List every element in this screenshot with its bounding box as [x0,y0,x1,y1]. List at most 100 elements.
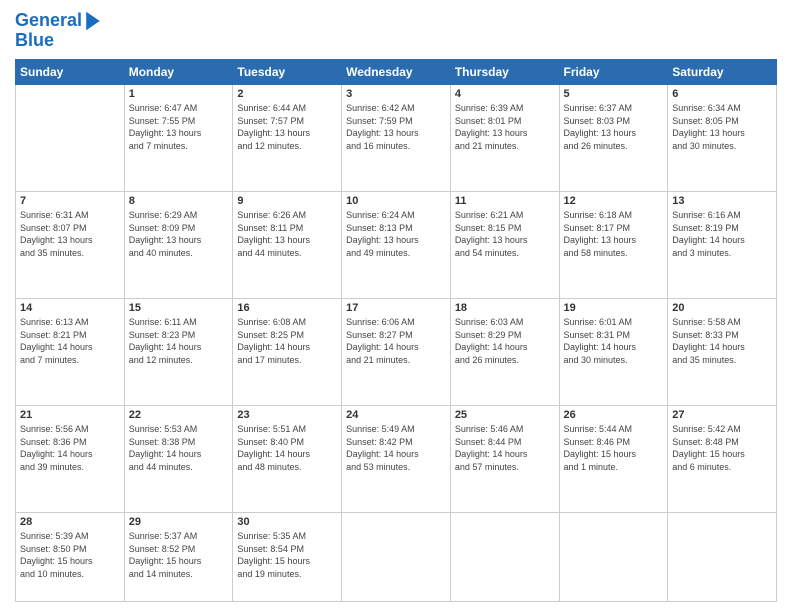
weekday-header-friday: Friday [559,60,668,85]
logo: General Blue [15,10,102,51]
day-cell: 21 Sunrise: 5:56 AM Sunset: 8:36 PM Dayli… [16,406,125,513]
day-info: Sunrise: 6:13 AM Sunset: 8:21 PM Dayligh… [20,316,120,366]
day-number: 24 [346,409,446,421]
day-info: Sunrise: 6:34 AM Sunset: 8:05 PM Dayligh… [672,102,772,152]
day-cell: 18 Sunrise: 6:03 AM Sunset: 8:29 PM Dayli… [450,299,559,406]
day-info: Sunrise: 5:44 AM Sunset: 8:46 PM Dayligh… [564,423,664,473]
day-cell: 3 Sunrise: 6:42 AM Sunset: 7:59 PM Daylig… [342,85,451,192]
logo-text: General [15,11,82,31]
day-info: Sunrise: 6:06 AM Sunset: 8:27 PM Dayligh… [346,316,446,366]
day-number: 12 [564,195,664,207]
weekday-header-saturday: Saturday [668,60,777,85]
day-cell: 24 Sunrise: 5:49 AM Sunset: 8:42 PM Dayli… [342,406,451,513]
day-number: 7 [20,195,120,207]
day-info: Sunrise: 5:46 AM Sunset: 8:44 PM Dayligh… [455,423,555,473]
day-info: Sunrise: 6:01 AM Sunset: 8:31 PM Dayligh… [564,316,664,366]
day-info: Sunrise: 5:42 AM Sunset: 8:48 PM Dayligh… [672,423,772,473]
day-cell: 28 Sunrise: 5:39 AM Sunset: 8:50 PM Dayli… [16,513,125,602]
day-number: 21 [20,409,120,421]
day-number: 6 [672,88,772,100]
weekday-header-tuesday: Tuesday [233,60,342,85]
day-info: Sunrise: 6:26 AM Sunset: 8:11 PM Dayligh… [237,209,337,259]
day-number: 13 [672,195,772,207]
day-info: Sunrise: 6:42 AM Sunset: 7:59 PM Dayligh… [346,102,446,152]
day-info: Sunrise: 6:03 AM Sunset: 8:29 PM Dayligh… [455,316,555,366]
day-cell: 22Sunrise: 5:53 AM Sunset: 8:38 PM Dayli… [124,406,233,513]
day-number: 2 [237,88,337,100]
day-number: 30 [237,516,337,528]
week-row-3: 14Sunrise: 6:13 AM Sunset: 8:21 PM Dayli… [16,299,777,406]
header: General Blue [15,10,777,51]
day-number: 15 [129,302,229,314]
day-number: 4 [455,88,555,100]
day-number: 27 [672,409,772,421]
day-cell: 25 Sunrise: 5:46 AM Sunset: 8:44 PM Dayli… [450,406,559,513]
day-number: 18 [455,302,555,314]
day-cell: 2 Sunrise: 6:44 AM Sunset: 7:57 PM Daylig… [233,85,342,192]
day-cell [559,513,668,602]
weekday-header-wednesday: Wednesday [342,60,451,85]
day-number: 22 [129,409,229,421]
day-cell: 17 Sunrise: 6:06 AM Sunset: 8:27 PM Dayli… [342,299,451,406]
day-cell: 20 Sunrise: 5:58 AM Sunset: 8:33 PM Dayli… [668,299,777,406]
day-number: 10 [346,195,446,207]
day-cell: 10 Sunrise: 6:24 AM Sunset: 8:13 PM Dayli… [342,192,451,299]
week-row-4: 21 Sunrise: 5:56 AM Sunset: 8:36 PM Dayli… [16,406,777,513]
day-number: 28 [20,516,120,528]
day-info: Sunrise: 6:47 AM Sunset: 7:55 PM Dayligh… [129,102,229,152]
day-number: 5 [564,88,664,100]
day-info: Sunrise: 5:39 AM Sunset: 8:50 PM Dayligh… [20,530,120,580]
day-cell: 4 Sunrise: 6:39 AM Sunset: 8:01 PM Daylig… [450,85,559,192]
day-number: 3 [346,88,446,100]
day-info: Sunrise: 6:24 AM Sunset: 8:13 PM Dayligh… [346,209,446,259]
day-number: 1 [129,88,229,100]
day-info: Sunrise: 6:44 AM Sunset: 7:57 PM Dayligh… [237,102,337,152]
logo-icon [84,10,102,32]
calendar-table: SundayMondayTuesdayWednesdayThursdayFrid… [15,59,777,602]
day-number: 16 [237,302,337,314]
day-number: 8 [129,195,229,207]
weekday-header-row: SundayMondayTuesdayWednesdayThursdayFrid… [16,60,777,85]
day-number: 29 [129,516,229,528]
weekday-header-monday: Monday [124,60,233,85]
day-info: Sunrise: 6:11 AM Sunset: 8:23 PM Dayligh… [129,316,229,366]
day-info: Sunrise: 5:35 AM Sunset: 8:54 PM Dayligh… [237,530,337,580]
day-cell [668,513,777,602]
day-info: Sunrise: 6:37 AM Sunset: 8:03 PM Dayligh… [564,102,664,152]
day-cell: 19 Sunrise: 6:01 AM Sunset: 8:31 PM Dayli… [559,299,668,406]
day-number: 23 [237,409,337,421]
page: General Blue SundayMondayTuesdayWednesda… [0,0,792,612]
day-cell: 26 Sunrise: 5:44 AM Sunset: 8:46 PM Dayli… [559,406,668,513]
day-cell: 5 Sunrise: 6:37 AM Sunset: 8:03 PM Daylig… [559,85,668,192]
day-cell: 13 Sunrise: 6:16 AM Sunset: 8:19 PM Dayli… [668,192,777,299]
day-info: Sunrise: 6:31 AM Sunset: 8:07 PM Dayligh… [20,209,120,259]
day-cell: 23 Sunrise: 5:51 AM Sunset: 8:40 PM Dayli… [233,406,342,513]
day-cell: 7 Sunrise: 6:31 AM Sunset: 8:07 PM Daylig… [16,192,125,299]
day-cell: 12 Sunrise: 6:18 AM Sunset: 8:17 PM Dayli… [559,192,668,299]
day-cell: 1 Sunrise: 6:47 AM Sunset: 7:55 PM Daylig… [124,85,233,192]
day-number: 9 [237,195,337,207]
day-cell: 9 Sunrise: 6:26 AM Sunset: 8:11 PM Daylig… [233,192,342,299]
week-row-2: 7 Sunrise: 6:31 AM Sunset: 8:07 PM Daylig… [16,192,777,299]
day-info: Sunrise: 5:49 AM Sunset: 8:42 PM Dayligh… [346,423,446,473]
day-cell [342,513,451,602]
day-cell: 29 Sunrise: 5:37 AM Sunset: 8:52 PM Dayli… [124,513,233,602]
day-number: 19 [564,302,664,314]
day-info: Sunrise: 5:37 AM Sunset: 8:52 PM Dayligh… [129,530,229,580]
day-info: Sunrise: 6:29 AM Sunset: 8:09 PM Dayligh… [129,209,229,259]
day-number: 26 [564,409,664,421]
day-info: Sunrise: 5:51 AM Sunset: 8:40 PM Dayligh… [237,423,337,473]
day-cell: 14Sunrise: 6:13 AM Sunset: 8:21 PM Dayli… [16,299,125,406]
day-number: 17 [346,302,446,314]
day-info: Sunrise: 5:56 AM Sunset: 8:36 PM Dayligh… [20,423,120,473]
day-number: 20 [672,302,772,314]
day-cell: 30 Sunrise: 5:35 AM Sunset: 8:54 PM Dayli… [233,513,342,602]
day-number: 11 [455,195,555,207]
day-info: Sunrise: 5:58 AM Sunset: 8:33 PM Dayligh… [672,316,772,366]
day-cell: 11Sunrise: 6:21 AM Sunset: 8:15 PM Dayli… [450,192,559,299]
day-info: Sunrise: 6:39 AM Sunset: 8:01 PM Dayligh… [455,102,555,152]
day-info: Sunrise: 6:08 AM Sunset: 8:25 PM Dayligh… [237,316,337,366]
day-number: 25 [455,409,555,421]
day-info: Sunrise: 6:18 AM Sunset: 8:17 PM Dayligh… [564,209,664,259]
day-info: Sunrise: 6:16 AM Sunset: 8:19 PM Dayligh… [672,209,772,259]
